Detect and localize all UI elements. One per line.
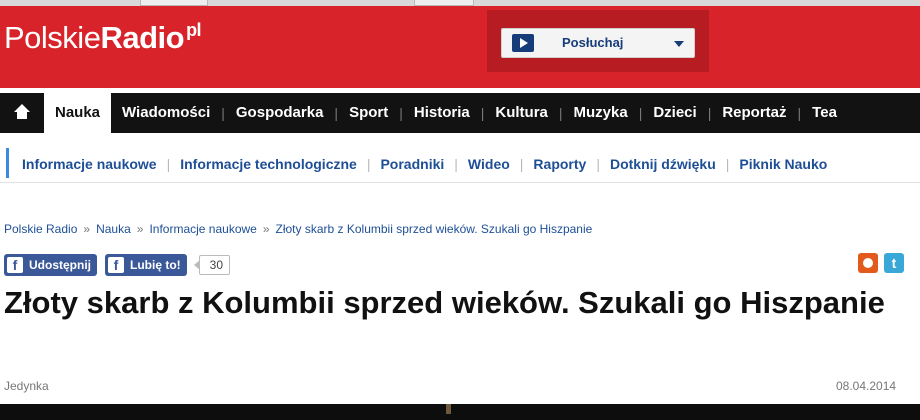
breadcrumb-item-current[interactable]: Złoty skarb z Kolumbii sprzed wieków. Sz… (276, 222, 593, 236)
article-video[interactable] (0, 404, 920, 420)
facebook-like-button[interactable]: f Lubię to! (105, 254, 187, 276)
listen-button[interactable]: Posłuchaj (501, 28, 695, 58)
nav-item-teatr[interactable]: Tea (801, 93, 848, 133)
nav-item-sport[interactable]: Sport (338, 93, 399, 133)
nav-item-nauka[interactable]: Nauka (44, 93, 112, 133)
facebook-icon: f (108, 257, 124, 273)
article-title: Złoty skarb z Kolumbii sprzed wieków. Sz… (4, 285, 885, 320)
sub-nav-item-poradniki[interactable]: Poradniki (370, 156, 454, 172)
share-label: Udostępnij (29, 258, 91, 272)
site-logo[interactable]: PolskieRadio pl (4, 20, 202, 56)
breadcrumb-item-nauka[interactable]: Nauka (96, 222, 131, 236)
sub-nav: Informacje naukowe | Informacje technolo… (0, 145, 920, 183)
article-source: Jedynka (4, 379, 49, 393)
sub-nav-item-piknik-naukowy[interactable]: Piknik Nauko (729, 156, 837, 172)
breadcrumb-separator: » (262, 222, 270, 236)
nav-item-dzieci[interactable]: Dzieci (642, 93, 707, 133)
sub-nav-item-dotknij-dzwieku[interactable]: Dotknij dźwięku (600, 156, 726, 172)
article-date: 08.04.2014 (836, 379, 897, 393)
logo-text-pl: pl (186, 20, 202, 40)
play-icon (512, 34, 534, 52)
sub-nav-item-informacje-naukowe[interactable]: Informacje naukowe (12, 156, 167, 172)
share-row: f Udostępnij f Lubię to! 30 (4, 253, 231, 277)
chevron-down-icon (674, 41, 684, 47)
sub-nav-item-informacje-technologiczne[interactable]: Informacje technologiczne (170, 156, 367, 172)
sub-nav-item-wideo[interactable]: Wideo (458, 156, 520, 172)
breadcrumb: Polskie Radio » Nauka » Informacje naukowe » Z… (4, 222, 592, 236)
nav-item-gospodarka[interactable]: Gospodarka (225, 93, 335, 133)
video-frame-detail (446, 404, 451, 414)
main-nav: Nauka Wiadomości | Gospodarka | Sport | … (0, 93, 920, 133)
nav-item-kultura[interactable]: Kultura (484, 93, 559, 133)
breadcrumb-separator: » (136, 222, 144, 236)
blip-icon[interactable] (858, 253, 878, 273)
nav-item-muzyka[interactable]: Muzyka (563, 93, 639, 133)
site-header: PolskieRadio pl Posłuchaj (0, 6, 920, 88)
breadcrumb-item-informacje-naukowe[interactable]: Informacje naukowe (149, 222, 256, 236)
nav-item-wiadomosci[interactable]: Wiadomości (111, 93, 221, 133)
listen-label: Posłuchaj (562, 35, 624, 50)
nav-item-reportaz[interactable]: Reportaż (711, 93, 797, 133)
player-widget: Posłuchaj (487, 10, 709, 72)
breadcrumb-item-polskie-radio[interactable]: Polskie Radio (4, 222, 77, 236)
home-icon (14, 104, 30, 120)
twitter-icon[interactable]: t (884, 253, 904, 273)
like-label: Lubię to! (130, 258, 181, 272)
facebook-share-button[interactable]: f Udostępnij (4, 254, 97, 276)
breadcrumb-separator: » (83, 222, 91, 236)
logo-text-radio: Radio (100, 20, 185, 55)
social-icons: t (858, 253, 904, 273)
nav-item-historia[interactable]: Historia (403, 93, 481, 133)
logo-text-polskie: Polskie (4, 20, 101, 55)
like-count-badge: 30 (193, 255, 231, 275)
facebook-icon: f (7, 257, 23, 273)
nav-home-button[interactable] (0, 93, 44, 133)
sub-nav-item-raporty[interactable]: Raporty (523, 156, 596, 172)
